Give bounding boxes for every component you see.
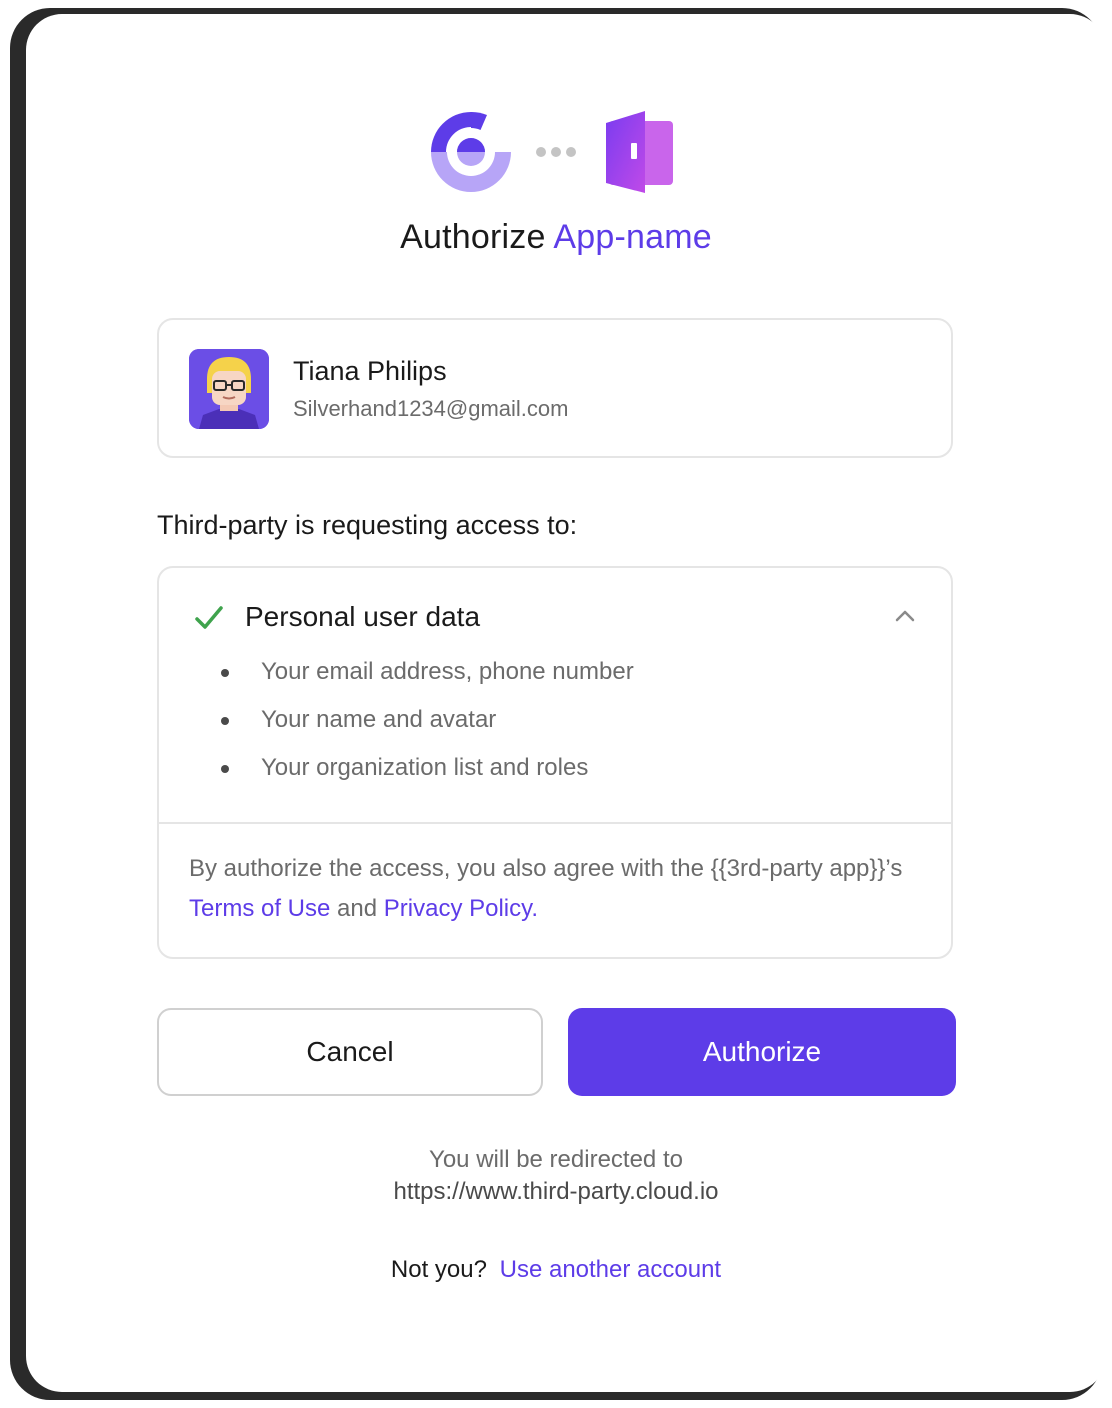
title-prefix: Authorize [400, 218, 546, 256]
logo-row [431, 111, 673, 193]
terms-of-use-link[interactable]: Terms of Use [189, 895, 330, 922]
app-name: App-name [553, 218, 712, 256]
check-icon [195, 606, 223, 629]
door-icon [606, 111, 673, 193]
user-email: Silverhand1234@gmail.com [293, 396, 569, 421]
permissions-card: Personal user data Your email address, p… [157, 566, 953, 959]
app-logo-icon [431, 111, 511, 192]
permission-item: Your organization list and roles [261, 754, 589, 781]
divider [159, 822, 951, 824]
page-title: Authorize App-name [0, 218, 1112, 257]
permission-item: Your email address, phone number [261, 658, 634, 685]
redirect-notice: You will be redirected to https://www.th… [0, 1144, 1112, 1208]
privacy-policy-link[interactable]: Privacy Policy [384, 895, 532, 922]
bullet-dot [221, 717, 229, 725]
scope-title: Personal user data [245, 601, 481, 632]
terms-end: . [531, 895, 539, 922]
user-name: Tiana Philips [293, 356, 447, 386]
permission-item: Your name and avatar [261, 706, 497, 733]
terms-text: By authorize the access, you also agree … [189, 855, 903, 882]
account-card: Tiana Philips Silverhand1234@gmail.com [157, 318, 953, 458]
bullet-dot [221, 765, 229, 773]
connect-dots-icon [536, 147, 576, 157]
chevron-up-icon[interactable] [895, 608, 915, 622]
avatar-image [189, 349, 269, 429]
redirect-text: You will be redirected to [429, 1146, 683, 1173]
terms-and: and [337, 895, 378, 922]
authorize-button[interactable]: Authorize [568, 1008, 956, 1096]
request-label: Third-party is requesting access to: [157, 510, 578, 540]
redirect-url: https://www.third-party.cloud.io [393, 1178, 719, 1205]
terms-notice: By authorize the access, you also agree … [189, 849, 909, 929]
use-another-account-link[interactable]: Use another account [500, 1256, 721, 1283]
not-you-text: Not you? [390, 1256, 487, 1283]
cancel-button[interactable]: Cancel [157, 1008, 543, 1096]
bullet-dot [221, 669, 229, 677]
switch-account-row: Not you? Use another account [0, 1256, 1112, 1284]
avatar [189, 349, 269, 429]
